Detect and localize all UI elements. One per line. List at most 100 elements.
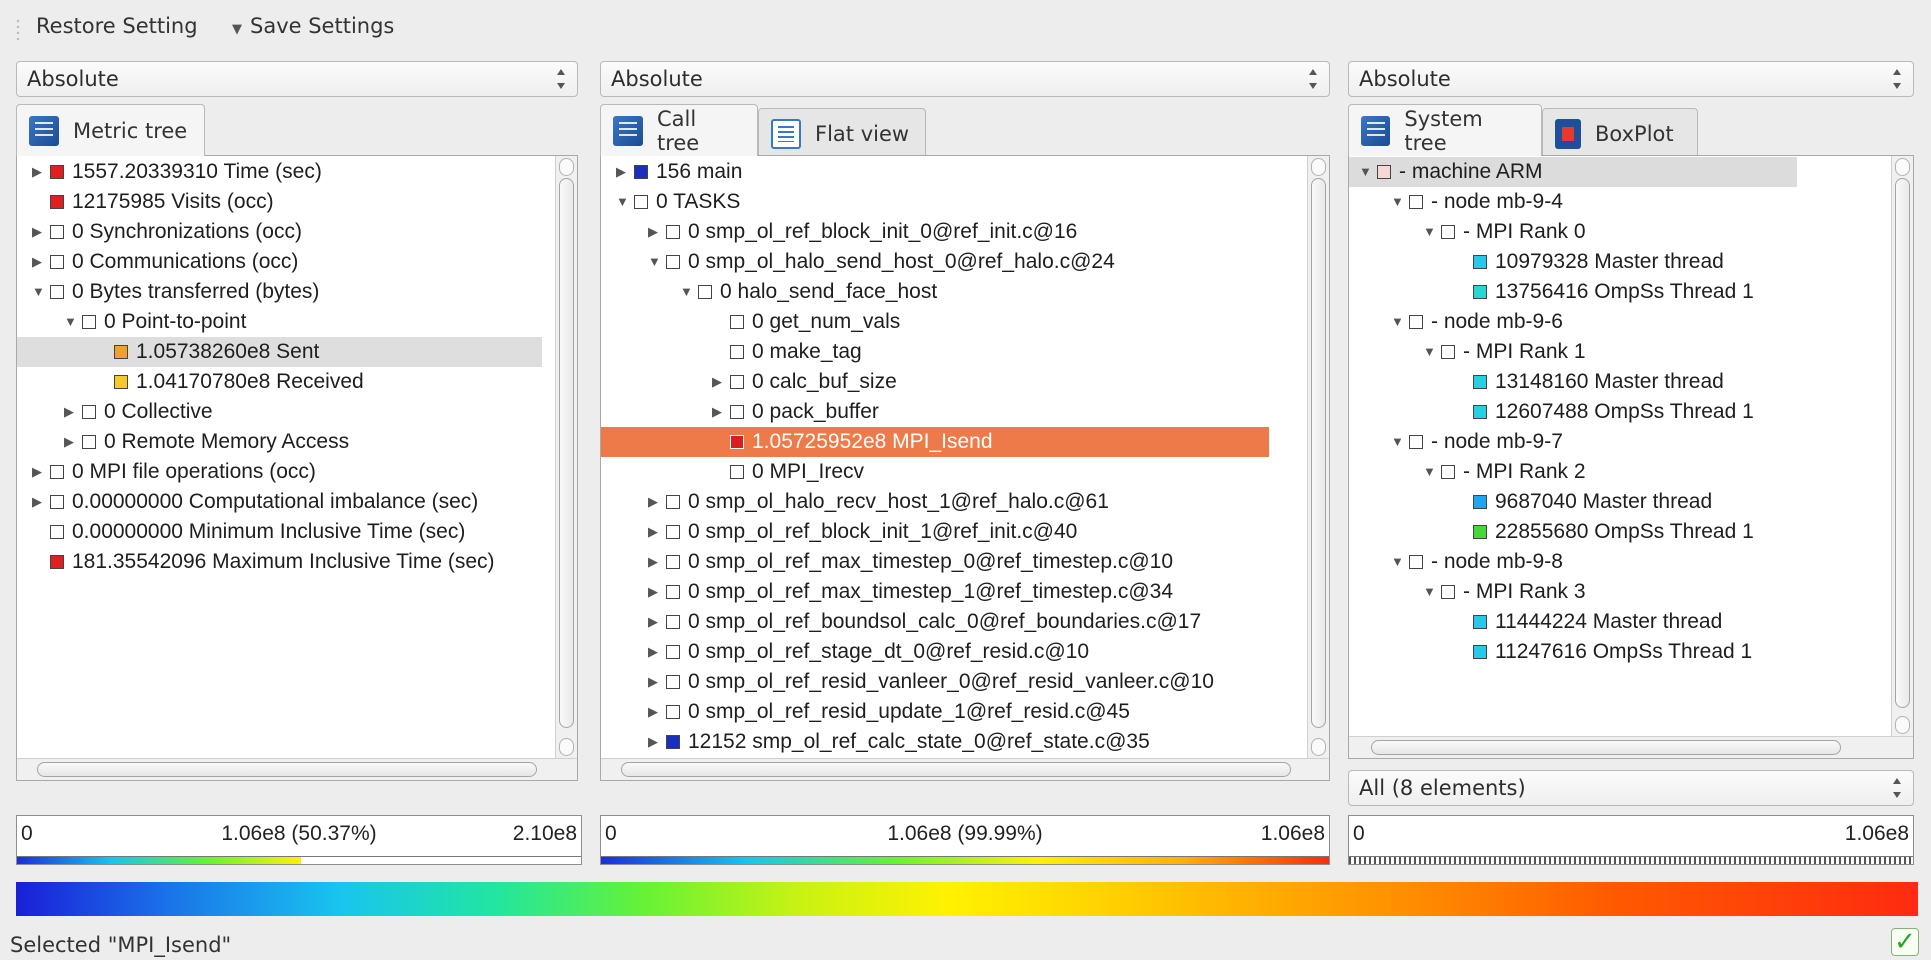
expand-arrow-icon[interactable]: ▶: [648, 517, 666, 547]
tree-row[interactable]: ▶ 1557.20339310 Time (sec): [17, 157, 542, 187]
collapse-arrow-icon[interactable]: ▼: [680, 277, 698, 307]
expand-arrow-icon[interactable]: ▶: [32, 217, 50, 247]
system-mode-select[interactable]: Absolute: [1348, 61, 1914, 97]
tree-row[interactable]: ▼ 0 TASKS: [601, 187, 1269, 217]
scroll-up-icon[interactable]: [1895, 158, 1910, 176]
expand-arrow-icon[interactable]: ▶: [648, 577, 666, 607]
collapse-arrow-icon[interactable]: ▼: [1391, 427, 1409, 457]
tree-row[interactable]: ▶0 MPI_Irecv: [601, 457, 1269, 487]
system-tree-pane[interactable]: ▼ - machine ARM ▼ - node mb-9-4 ▼ - MPI Rank …: [1348, 155, 1914, 759]
expand-arrow-icon[interactable]: ▶: [648, 487, 666, 517]
tree-row[interactable]: ▶ 0 smp_ol_ref_max_timestep_0@ref_timeste…: [601, 547, 1269, 577]
collapse-arrow-icon[interactable]: ▼: [1423, 217, 1441, 247]
metric-mode-select[interactable]: Absolute: [16, 61, 578, 97]
tree-row[interactable]: ▶1.04170780e8 Received: [17, 367, 542, 397]
scroll-thumb[interactable]: [1371, 740, 1841, 755]
tree-row[interactable]: ▶ 0.00000000 Computational imbalance (sec…: [17, 487, 542, 517]
tree-row[interactable]: ▶ 0 smp_ol_ref_block_init_0@ref_init.c@16: [601, 217, 1269, 247]
tree-row[interactable]: ▶11247616 OmpSs Thread 1: [1349, 637, 1797, 667]
tree-row[interactable]: ▼ - node mb-9-8: [1349, 547, 1797, 577]
tree-row[interactable]: ▶ 0 smp_ol_halo_recv_host_1@ref_halo.c@61: [601, 487, 1269, 517]
tree-row[interactable]: ▶ 0 smp_ol_ref_max_timestep_1@ref_timeste…: [601, 577, 1269, 607]
scroll-thumb[interactable]: [559, 178, 574, 728]
tree-row[interactable]: ▶12175985 Visits (occ): [17, 187, 542, 217]
expand-arrow-icon[interactable]: ▶: [616, 157, 634, 187]
tree-row[interactable]: ▶ 0 MPI file operations (occ): [17, 457, 542, 487]
tab-flat-view[interactable]: Flat view: [758, 108, 926, 158]
expand-arrow-icon[interactable]: ▶: [648, 727, 666, 757]
scroll-thumb[interactable]: [1311, 178, 1326, 728]
call-mode-select[interactable]: Absolute: [600, 61, 1330, 97]
tree-row[interactable]: ▶1.05725952e8 MPI_Isend: [601, 427, 1269, 457]
tree-row[interactable]: ▶ 0 Remote Memory Access: [17, 427, 542, 457]
tree-row[interactable]: ▼ - node mb-9-6: [1349, 307, 1797, 337]
tree-row[interactable]: ▶13756416 OmpSs Thread 1: [1349, 277, 1797, 307]
tree-row[interactable]: ▶ 12152 smp_ol_ref_calc_state_0@ref_state…: [601, 727, 1269, 757]
tree-row[interactable]: ▶10979328 Master thread: [1349, 247, 1797, 277]
vertical-scrollbar[interactable]: [1307, 156, 1329, 758]
scroll-thumb[interactable]: [621, 762, 1291, 777]
collapse-arrow-icon[interactable]: ▼: [32, 277, 50, 307]
tree-row[interactable]: ▶12607488 OmpSs Thread 1: [1349, 397, 1797, 427]
collapse-arrow-icon[interactable]: ▼: [1423, 337, 1441, 367]
toolbar-grip[interactable]: [15, 18, 21, 40]
tree-row[interactable]: ▶ 0 calc_buf_size: [601, 367, 1269, 397]
tree-row[interactable]: ▶181.35542096 Maximum Inclusive Time (se…: [17, 547, 542, 577]
scroll-down-icon[interactable]: [1895, 716, 1910, 734]
collapse-arrow-icon[interactable]: ▼: [616, 187, 634, 217]
tree-row[interactable]: ▶0 get_num_vals: [601, 307, 1269, 337]
tree-row[interactable]: ▶ 156 main: [601, 157, 1269, 187]
tab-system-tree[interactable]: System tree: [1348, 104, 1542, 156]
tree-row[interactable]: ▼ - MPI Rank 3: [1349, 577, 1797, 607]
vertical-scrollbar[interactable]: [1891, 156, 1913, 736]
tab-call-tree[interactable]: Call tree: [600, 104, 758, 156]
expand-arrow-icon[interactable]: ▶: [648, 637, 666, 667]
tree-row[interactable]: ▶0 make_tag: [601, 337, 1269, 367]
tree-row[interactable]: ▶13148160 Master thread: [1349, 367, 1797, 397]
tree-row[interactable]: ▼ 0 halo_send_face_host: [601, 277, 1269, 307]
collapse-arrow-icon[interactable]: ▼: [64, 307, 82, 337]
collapse-arrow-icon[interactable]: ▼: [1359, 157, 1377, 187]
call-tree-pane[interactable]: ▶ 156 main ▼ 0 TASKS ▶ 0 smp_ol_ref_block_ini…: [600, 155, 1330, 781]
expand-arrow-icon[interactable]: ▶: [32, 247, 50, 277]
vertical-scrollbar[interactable]: [555, 156, 577, 758]
scroll-thumb[interactable]: [1895, 178, 1910, 708]
expand-arrow-icon[interactable]: ▶: [648, 547, 666, 577]
scroll-up-icon[interactable]: [1311, 158, 1326, 176]
tree-row[interactable]: ▶9687040 Master thread: [1349, 487, 1797, 517]
expand-arrow-icon[interactable]: ▶: [32, 457, 50, 487]
tree-row[interactable]: ▼ - machine ARM: [1349, 157, 1797, 187]
scroll-down-icon[interactable]: [559, 738, 574, 756]
save-settings-button[interactable]: ▼ Save Settings: [232, 14, 394, 38]
scroll-thumb[interactable]: [37, 762, 537, 777]
tree-row[interactable]: ▶1.05738260e8 Sent: [17, 337, 542, 367]
collapse-arrow-icon[interactable]: ▼: [648, 247, 666, 277]
tree-row[interactable]: ▶ 0 smp_ol_ref_boundsol_calc_0@ref_bounda…: [601, 607, 1269, 637]
expand-arrow-icon[interactable]: ▶: [648, 217, 666, 247]
scroll-up-icon[interactable]: [559, 158, 574, 176]
expand-arrow-icon[interactable]: ▶: [712, 397, 730, 427]
tree-row[interactable]: ▼ - MPI Rank 2: [1349, 457, 1797, 487]
tree-row[interactable]: ▶ 0 Communications (occ): [17, 247, 542, 277]
tree-row[interactable]: ▶ 0 smp_ol_ref_block_init_1@ref_init.c@40: [601, 517, 1269, 547]
tree-row[interactable]: ▼ 0 Bytes transferred (bytes): [17, 277, 542, 307]
tree-row[interactable]: ▶ 0 smp_ol_ref_resid_update_1@ref_resid.c…: [601, 697, 1269, 727]
tree-row[interactable]: ▼ 0 Point-to-point: [17, 307, 542, 337]
tree-row[interactable]: ▼ - node mb-9-4: [1349, 187, 1797, 217]
collapse-arrow-icon[interactable]: ▼: [1391, 307, 1409, 337]
tree-row[interactable]: ▶0.00000000 Minimum Inclusive Time (sec): [17, 517, 542, 547]
collapse-arrow-icon[interactable]: ▼: [1391, 547, 1409, 577]
expand-arrow-icon[interactable]: ▶: [648, 697, 666, 727]
horizontal-scrollbar[interactable]: [1349, 736, 1913, 758]
metric-tree-pane[interactable]: ▶1557.20339310 Time (sec)▶12175985 Visit…: [16, 155, 578, 781]
expand-arrow-icon[interactable]: ▶: [32, 487, 50, 517]
tab-boxplot[interactable]: BoxPlot: [1542, 108, 1698, 158]
scroll-down-icon[interactable]: [1311, 738, 1326, 756]
collapse-arrow-icon[interactable]: ▼: [1423, 577, 1441, 607]
tree-row[interactable]: ▶ 0 Collective: [17, 397, 542, 427]
collapse-arrow-icon[interactable]: ▼: [1391, 187, 1409, 217]
tree-row[interactable]: ▶ 0 pack_buffer: [601, 397, 1269, 427]
tree-row[interactable]: ▼ - MPI Rank 0: [1349, 217, 1797, 247]
horizontal-scrollbar[interactable]: [601, 758, 1329, 780]
expand-arrow-icon[interactable]: ▶: [64, 427, 82, 457]
